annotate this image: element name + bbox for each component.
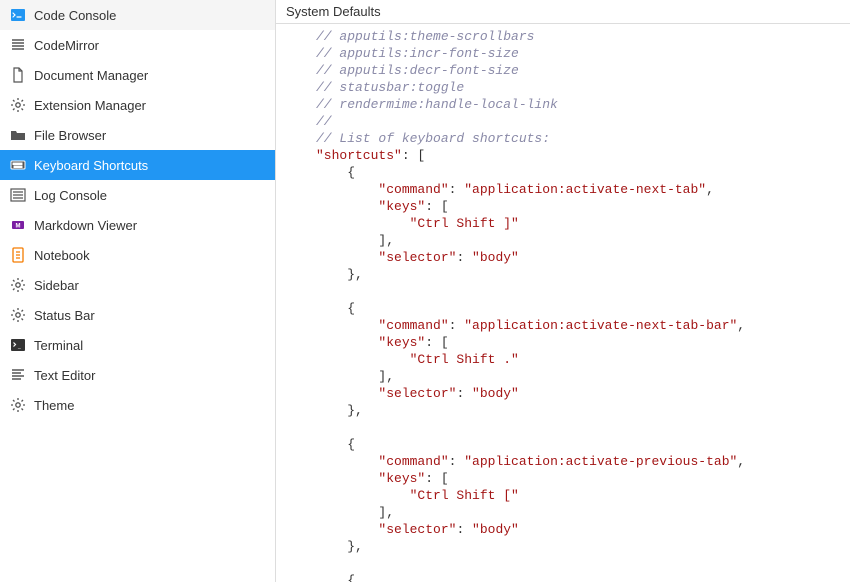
sidebar-item-status-bar[interactable]: Status Bar (0, 300, 275, 330)
console-icon (10, 7, 26, 23)
sidebar-item-markdown-viewer[interactable]: M Markdown Viewer (0, 210, 275, 240)
sidebar-item-label: File Browser (34, 128, 106, 143)
sidebar-item-label: Markdown Viewer (34, 218, 137, 233)
code-comment: // apputils:theme-scrollbars (316, 29, 534, 44)
panel-header: System Defaults (276, 0, 850, 24)
notebook-icon (10, 247, 26, 263)
file-icon (10, 67, 26, 83)
sidebar-item-label: Sidebar (34, 278, 79, 293)
gear-icon (10, 397, 26, 413)
sidebar-item-label: Keyboard Shortcuts (34, 158, 148, 173)
sidebar-item-document-manager[interactable]: Document Manager (0, 60, 275, 90)
gear-icon (10, 277, 26, 293)
sidebar-item-text-editor[interactable]: Text Editor (0, 360, 275, 390)
code-comment: // rendermime:handle-local-link (316, 97, 558, 112)
sidebar-item-label: Notebook (34, 248, 90, 263)
svg-text:M: M (16, 224, 21, 230)
sidebar-item-label: Log Console (34, 188, 107, 203)
code-comment: // statusbar:toggle (316, 80, 464, 95)
terminal-icon: _ (10, 337, 26, 353)
editor-wrap: // apputils:theme-scrollbars // apputils… (276, 24, 850, 582)
json-editor[interactable]: // apputils:theme-scrollbars // apputils… (276, 24, 850, 582)
sidebar-item-extension-manager[interactable]: Extension Manager (0, 90, 275, 120)
code-comment: // List of keyboard shortcuts: (316, 131, 550, 146)
text-lines-icon (10, 367, 26, 383)
sidebar-item-label: Extension Manager (34, 98, 146, 113)
sidebar-item-keyboard-shortcuts[interactable]: Keyboard Shortcuts (0, 150, 275, 180)
code-comment: // apputils:incr-font-size (316, 46, 519, 61)
json-key: "shortcuts" (316, 148, 402, 163)
main-panel: System Defaults // apputils:theme-scroll… (275, 0, 850, 582)
gear-icon (10, 307, 26, 323)
markdown-icon: M (10, 217, 26, 233)
sidebar-item-log-console[interactable]: Log Console (0, 180, 275, 210)
sidebar-item-code-console[interactable]: Code Console (0, 0, 275, 30)
sidebar-item-theme[interactable]: Theme (0, 390, 275, 420)
sidebar-item-label: Terminal (34, 338, 83, 353)
folder-icon (10, 127, 26, 143)
code-comment: // apputils:decr-font-size (316, 63, 519, 78)
lines-icon (10, 37, 26, 53)
sidebar-item-terminal[interactable]: _ Terminal (0, 330, 275, 360)
sidebar-item-label: Document Manager (34, 68, 148, 83)
sidebar-item-codemirror[interactable]: CodeMirror (0, 30, 275, 60)
sidebar-item-sidebar[interactable]: Sidebar (0, 270, 275, 300)
code-comment: // (316, 114, 332, 129)
sidebar-item-label: Text Editor (34, 368, 95, 383)
sidebar-item-file-browser[interactable]: File Browser (0, 120, 275, 150)
settings-sidebar: Code Console CodeMirror Document Manager Ex… (0, 0, 275, 582)
sidebar-item-notebook[interactable]: Notebook (0, 240, 275, 270)
sidebar-item-label: Theme (34, 398, 74, 413)
keyboard-icon (10, 157, 26, 173)
sidebar-item-label: CodeMirror (34, 38, 99, 53)
sidebar-item-label: Status Bar (34, 308, 95, 323)
list-icon (10, 187, 26, 203)
svg-text:_: _ (17, 344, 21, 350)
sidebar-item-label: Code Console (34, 8, 116, 23)
gear-icon (10, 97, 26, 113)
